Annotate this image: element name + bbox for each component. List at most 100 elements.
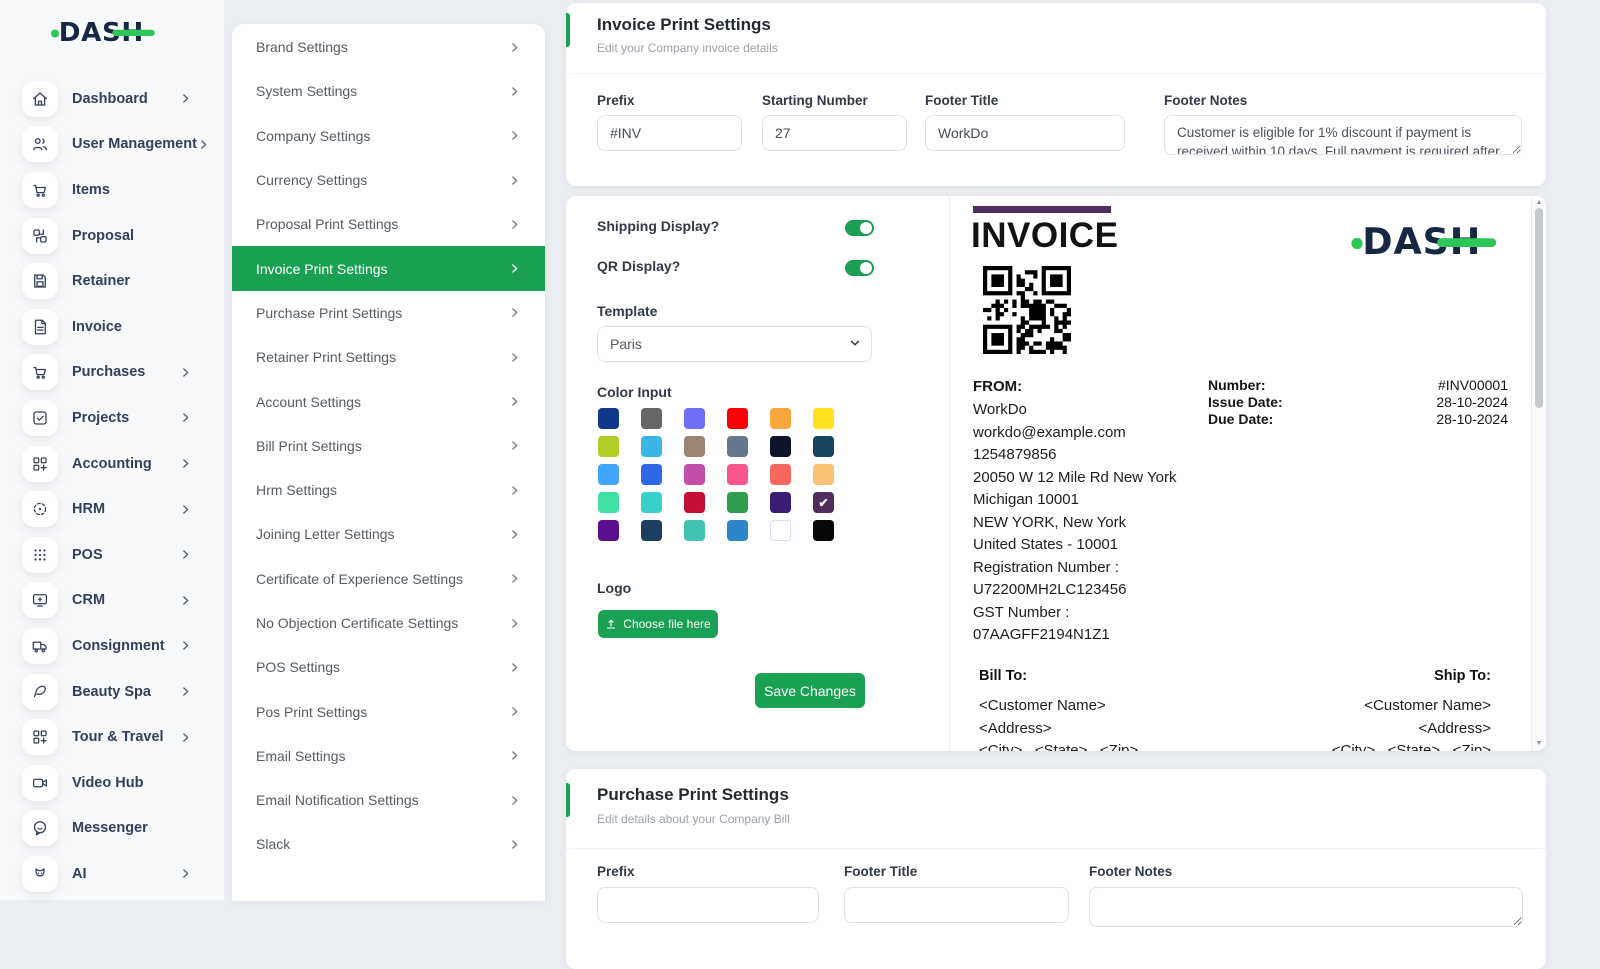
prefix-input[interactable] <box>597 115 742 151</box>
sidebar-item-purchases[interactable]: Purchases <box>0 350 224 396</box>
color-swatch-fb0007[interactable] <box>727 408 748 429</box>
sidebar-item-consignment[interactable]: Consignment <box>0 623 224 669</box>
settings-menu-item-no-objection-certificate-settings[interactable]: No Objection Certificate Settings <box>232 601 545 645</box>
color-swatch-b3cc26[interactable] <box>598 436 619 457</box>
settings-menu-item-brand-settings[interactable]: Brand Settings <box>232 25 545 69</box>
sidebar-item-video-hub[interactable]: Video Hub <box>0 760 224 806</box>
chevron-right-icon <box>508 439 521 452</box>
color-swatch-2d86c9[interactable] <box>727 520 748 541</box>
color-swatch-c14fa7[interactable] <box>684 464 705 485</box>
sidebar-item-retainer[interactable]: Retainer <box>0 258 224 304</box>
settings-menu-item-account-settings[interactable]: Account Settings <box>232 379 545 423</box>
color-swatch-0c1529[interactable] <box>770 436 791 457</box>
sidebar-item-ai[interactable]: AI <box>0 851 224 897</box>
footer-title-input[interactable] <box>925 115 1125 151</box>
settings-menu-item-retainer-print-settings[interactable]: Retainer Print Settings <box>232 335 545 379</box>
meta-value: 28-10-2024 <box>1436 411 1508 428</box>
sidebar-item-user-management[interactable]: User Management <box>0 122 224 168</box>
sidebar-item-accounting[interactable]: Accounting <box>0 441 224 487</box>
sidebar-item-pos[interactable]: POS <box>0 532 224 578</box>
settings-menu-item-invoice-print-settings[interactable]: Invoice Print Settings <box>232 246 545 290</box>
choose-file-button[interactable]: Choose file here <box>598 610 718 638</box>
sidebar-item-items[interactable]: Items <box>0 167 224 213</box>
settings-menu-item-pos-print-settings[interactable]: Pos Print Settings <box>232 689 545 733</box>
sidebar-item-messenger[interactable]: Messenger <box>0 806 224 852</box>
sidebar-item-label: Beauty Spa <box>72 684 151 700</box>
color-swatch-3066e8[interactable] <box>641 464 662 485</box>
sidebar-item-dashboard[interactable]: Dashboard <box>0 76 224 122</box>
target-icon <box>22 491 58 527</box>
shipping-display-toggle[interactable] <box>845 220 874 236</box>
invoice-print-settings-card: Invoice Print Settings Edit your Company… <box>566 3 1546 186</box>
settings-menu-item-joining-letter-settings[interactable]: Joining Letter Settings <box>232 512 545 556</box>
sidebar-item-proposal[interactable]: Proposal <box>0 213 224 259</box>
color-swatch-68788c[interactable] <box>727 436 748 457</box>
color-swatch-41a6fb[interactable] <box>598 464 619 485</box>
sidebar-item-tour-travel[interactable]: Tour & Travel <box>0 714 224 760</box>
sidebar-item-crm[interactable]: CRM <box>0 578 224 624</box>
sidebar-item-beauty-spa[interactable]: Beauty Spa <box>0 669 224 715</box>
settings-menu-item-pos-settings[interactable]: POS Settings <box>232 645 545 689</box>
chevron-right-icon <box>508 705 521 718</box>
color-swatch-41c3b0[interactable] <box>684 520 705 541</box>
brand-logo[interactable]: DASH <box>50 15 156 47</box>
qr-display-toggle[interactable] <box>845 260 874 276</box>
color-swatch-3ab5e6[interactable] <box>641 436 662 457</box>
color-swatch-9b8574[interactable] <box>684 436 705 457</box>
sidebar-item-projects[interactable]: Projects <box>0 395 224 441</box>
color-swatch-c30e35[interactable] <box>684 492 705 513</box>
color-swatch-ffe01a[interactable] <box>813 408 834 429</box>
chevron-right-icon <box>179 594 192 607</box>
chevron-right-icon <box>508 395 521 408</box>
settings-menu-item-bill-print-settings[interactable]: Bill Print Settings <box>232 424 545 468</box>
color-swatch-f9568d[interactable] <box>727 464 748 485</box>
settings-menu-item-hrm-settings[interactable]: Hrm Settings <box>232 468 545 512</box>
color-swatch-10388a[interactable] <box>598 408 619 429</box>
color-swatch-4f2d5e[interactable]: ✔ <box>813 492 834 513</box>
settings-menu-item-system-settings[interactable]: System Settings <box>232 69 545 113</box>
grid-plus-icon <box>22 719 58 755</box>
sidebar-item-label: Consignment <box>72 638 165 654</box>
color-swatch-f7a73c[interactable] <box>770 408 791 429</box>
settings-menu-item-proposal-print-settings[interactable]: Proposal Print Settings <box>232 202 545 246</box>
color-swatch-1c3e61[interactable] <box>641 520 662 541</box>
settings-menu-item-certificate-of-experience-settings[interactable]: Certificate of Experience Settings <box>232 557 545 601</box>
color-swatch-6e6ef7[interactable] <box>684 408 705 429</box>
category-icon <box>22 218 58 254</box>
color-swatch-2f9e4f[interactable] <box>727 492 748 513</box>
scrollbar-thumb[interactable] <box>1535 208 1543 408</box>
invoice-preview-panel: INVOICE DASH FROM: WorkDoworkdo@example.… <box>949 196 1533 751</box>
address-line: <City> , <State> , <Zip> <box>1332 740 1491 751</box>
template-select[interactable]: Paris <box>597 326 872 362</box>
color-swatch-41e0a3[interactable] <box>598 492 619 513</box>
settings-menu-item-company-settings[interactable]: Company Settings <box>232 114 545 158</box>
purchase-footer-title-label: Footer Title <box>844 864 917 879</box>
chevron-right-icon <box>179 503 192 516</box>
preview-scrollbar[interactable]: ▲ ▼ <box>1531 196 1546 751</box>
color-swatch-17455f[interactable] <box>813 436 834 457</box>
settings-menu-item-purchase-print-settings[interactable]: Purchase Print Settings <box>232 291 545 335</box>
settings-menu-item-email-settings[interactable]: Email Settings <box>232 734 545 778</box>
scroll-down-arrow-icon[interactable]: ▼ <box>1532 739 1546 749</box>
settings-menu-item-currency-settings[interactable]: Currency Settings <box>232 158 545 202</box>
color-swatch-ffffff[interactable] <box>770 520 791 541</box>
purchase-subtitle: Edit details about your Company Bill <box>597 812 790 826</box>
settings-menu-item-email-notification-settings[interactable]: Email Notification Settings <box>232 778 545 822</box>
save-changes-button[interactable]: Save Changes <box>755 673 865 708</box>
starting-number-input[interactable] <box>762 115 907 151</box>
color-swatch-666666[interactable] <box>641 408 662 429</box>
color-swatch-070707[interactable] <box>813 520 834 541</box>
sidebar-item-hrm[interactable]: HRM <box>0 486 224 532</box>
color-swatch-38d1ca[interactable] <box>641 492 662 513</box>
scroll-up-arrow-icon[interactable]: ▲ <box>1532 198 1546 208</box>
purchase-prefix-input[interactable] <box>597 887 819 923</box>
footer-notes-textarea[interactable]: Customer is eligible for 1% discount if … <box>1164 115 1522 155</box>
color-swatch-fbc173[interactable] <box>813 464 834 485</box>
purchase-footer-notes-textarea[interactable] <box>1089 887 1523 927</box>
settings-menu-item-slack[interactable]: Slack <box>232 822 545 866</box>
purchase-footer-title-input[interactable] <box>844 887 1069 923</box>
color-swatch-5b0f8f[interactable] <box>598 520 619 541</box>
color-swatch-3a1d75[interactable] <box>770 492 791 513</box>
sidebar-item-invoice[interactable]: Invoice <box>0 304 224 350</box>
color-swatch-f7695f[interactable] <box>770 464 791 485</box>
